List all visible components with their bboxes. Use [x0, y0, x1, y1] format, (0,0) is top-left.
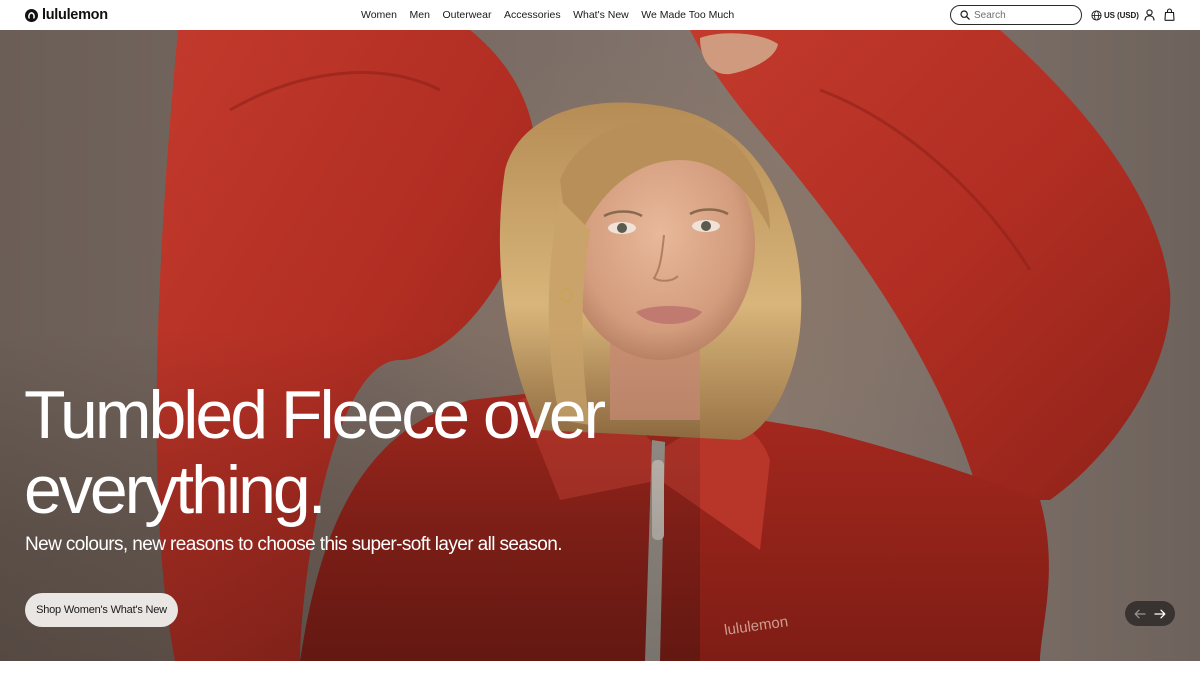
carousel-controls — [1125, 601, 1175, 626]
carousel-next-button[interactable] — [1153, 607, 1167, 621]
globe-icon — [1091, 9, 1102, 21]
account-icon[interactable] — [1144, 9, 1155, 21]
nav-item-women[interactable]: Women — [361, 0, 397, 30]
hero-subtitle: New colours, new reasons to choose this … — [25, 534, 562, 555]
hero-title: Tumbled Fleece over everything. — [24, 377, 606, 528]
site-header: lululemon Women Men Outerwear Accessorie… — [0, 0, 1200, 30]
brand-logo[interactable]: lululemon — [25, 7, 108, 23]
nav-item-men[interactable]: Men — [410, 0, 430, 30]
lululemon-logo-icon — [25, 8, 38, 22]
nav-item-we-made-too-much[interactable]: We Made Too Much — [641, 0, 734, 30]
shop-womens-whats-new-button[interactable]: Shop Women's What's New — [25, 593, 178, 627]
brand-wordmark: lululemon — [42, 7, 108, 23]
locale-label: US (USD) — [1104, 10, 1139, 20]
arrow-right-icon — [1154, 609, 1166, 618]
search-box[interactable] — [950, 5, 1082, 25]
arrow-left-icon — [1134, 609, 1146, 618]
page-content-below-hero — [0, 661, 1200, 675]
locale-selector[interactable]: US (USD) — [1091, 8, 1139, 22]
main-nav: Women Men Outerwear Accessories What's N… — [361, 0, 747, 30]
nav-item-accessories[interactable]: Accessories — [504, 0, 561, 30]
search-input[interactable] — [974, 9, 1074, 21]
nav-item-outerwear[interactable]: Outerwear — [442, 0, 491, 30]
carousel-prev-button[interactable] — [1133, 607, 1147, 621]
search-icon — [960, 10, 970, 20]
hero-banner: lululemon Tumbled Fleece over everything… — [0, 30, 1200, 661]
nav-item-whats-new[interactable]: What's New — [573, 0, 629, 30]
shopping-bag-icon[interactable] — [1164, 8, 1175, 21]
